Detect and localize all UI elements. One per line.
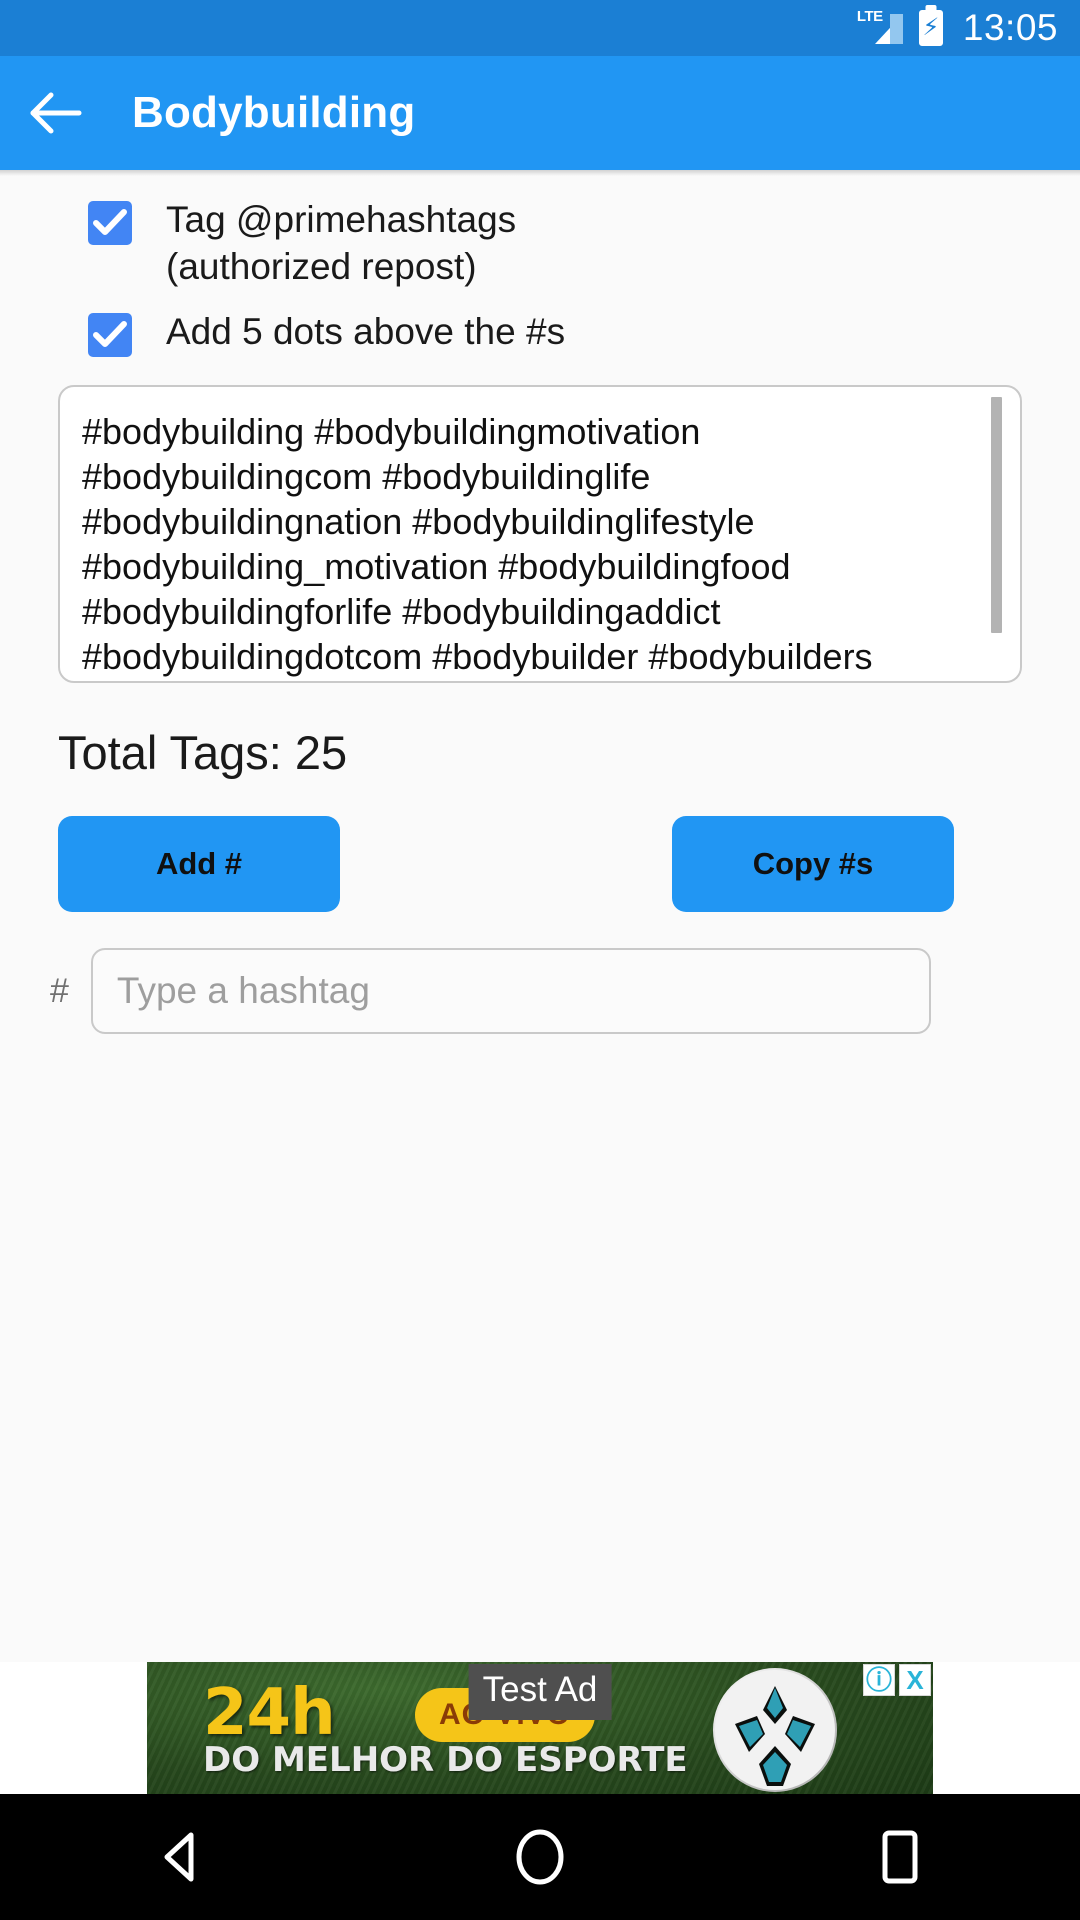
close-icon[interactable]: X <box>899 1664 931 1696</box>
page-title: Bodybuilding <box>132 88 416 137</box>
option-row-tag-primehashtags[interactable]: Tag @primehashtags (authorized repost) <box>0 196 1080 290</box>
copy-hashtags-button[interactable]: Copy #s <box>672 816 954 912</box>
ad-test-badge: Test Ad <box>468 1664 612 1720</box>
nav-recents-square-icon[interactable] <box>810 1794 990 1920</box>
ad-area: 24h AO VIVO DO MELHOR DO ESPORTE Test Ad… <box>0 1662 1080 1794</box>
app-screen: LTE ⚡ 13:05 Bodybuilding Tag @primehasht… <box>0 0 1080 1920</box>
total-tags-label: Total Tags: 25 <box>58 726 348 779</box>
nav-back-triangle-icon[interactable] <box>90 1794 270 1920</box>
app-bar: Bodybuilding <box>0 56 1080 170</box>
back-arrow-icon[interactable] <box>0 56 110 170</box>
option-row-add-dots[interactable]: Add 5 dots above the #s <box>0 308 1080 357</box>
info-icon[interactable]: ⓘ <box>863 1664 895 1696</box>
signal-bars-icon: LTE <box>857 8 903 47</box>
status-bar-clock: 13:05 <box>962 7 1058 48</box>
option-label-tag-primehashtags: Tag @primehashtags (authorized repost) <box>166 199 517 287</box>
checkbox-add-dots[interactable] <box>88 313 132 357</box>
system-navigation-bar <box>0 1794 1080 1920</box>
hashtag-textarea[interactable]: #bodybuilding #bodybuildingmotivation #b… <box>58 385 1022 683</box>
ad-banner[interactable]: 24h AO VIVO DO MELHOR DO ESPORTE Test Ad… <box>147 1662 933 1794</box>
ad-subline: DO MELHOR DO ESPORTE <box>203 1740 688 1780</box>
add-hashtag-button[interactable]: Add # <box>58 816 340 912</box>
hash-prefix-label: # <box>50 971 69 1010</box>
checkbox-tag-primehashtags[interactable] <box>88 201 132 245</box>
hashtag-input-row: # <box>0 948 1080 1034</box>
signal-triangle-dim <box>889 14 903 44</box>
soccer-ball-icon <box>713 1668 837 1792</box>
main-content: Tag @primehashtags (authorized repost) A… <box>0 170 1080 1650</box>
status-bar: LTE ⚡ 13:05 <box>0 0 1080 56</box>
hashtag-scrollbar-thumb[interactable] <box>991 397 1002 633</box>
hashtag-input[interactable] <box>90 948 931 1034</box>
option-label-add-dots: Add 5 dots above the #s <box>166 311 566 352</box>
ad-headline: 24h <box>203 1676 336 1750</box>
battery-charging-icon: ⚡ <box>918 10 943 46</box>
status-bar-icons: LTE ⚡ 13:05 <box>857 7 1058 49</box>
hashtag-textarea-text: #bodybuilding #bodybuildingmotivation #b… <box>82 411 873 677</box>
action-button-row: Add # Copy #s <box>0 816 1080 912</box>
bolt-glyph: ⚡ <box>922 14 940 41</box>
nav-home-circle-icon[interactable] <box>450 1794 630 1920</box>
